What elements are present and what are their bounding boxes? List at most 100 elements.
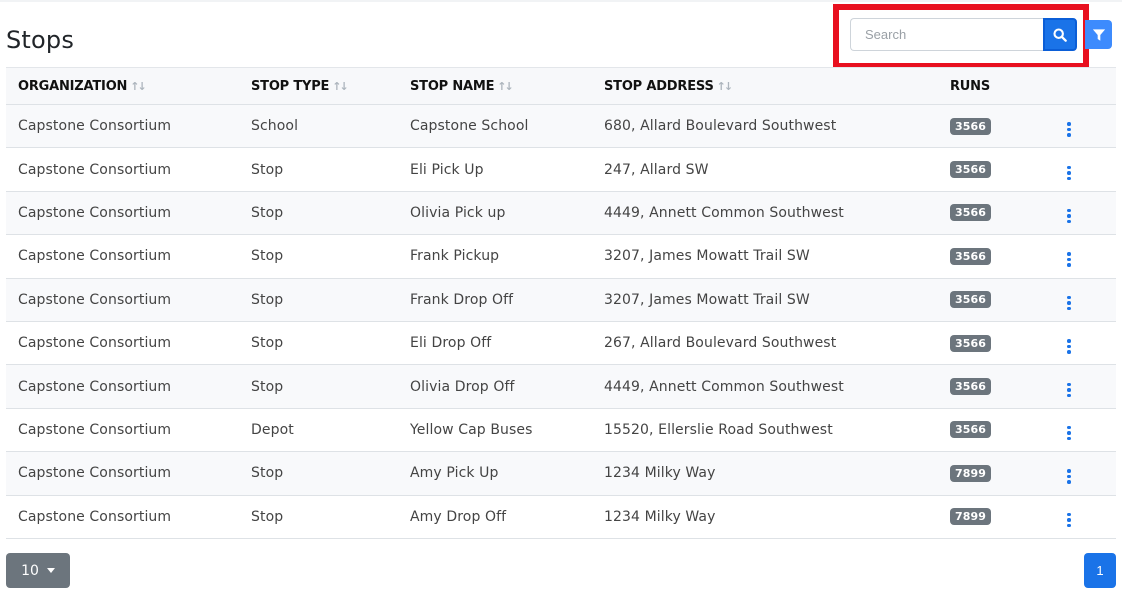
cell-actions — [1051, 365, 1116, 408]
cell-stop-type: Stop — [251, 248, 284, 265]
cell-organization: Capstone Consortium — [18, 161, 172, 178]
cell-stop-name: Olivia Drop Off — [410, 378, 515, 395]
cell-actions — [1051, 148, 1116, 191]
runs-badge: 7899 — [950, 508, 992, 526]
cell-stop-name: Capstone School — [410, 118, 529, 135]
page-size-value: 10 — [21, 562, 39, 579]
cell-stop-name: Olivia Pick up — [410, 204, 506, 221]
kebab-menu-icon[interactable] — [1063, 250, 1075, 269]
kebab-menu-icon[interactable] — [1063, 467, 1075, 486]
cell-stop-address: 3207, James Mowatt Trail SW — [604, 248, 810, 265]
sort-icon: ↑↓ — [130, 79, 147, 93]
cell-stop-address: 4449, Annett Common Southwest — [604, 378, 844, 395]
search-icon — [1053, 27, 1067, 42]
cell-runs: 7899 — [938, 452, 1051, 495]
cell-stop-name: Eli Pick Up — [410, 161, 484, 178]
cell-stop-type: Stop — [251, 291, 284, 308]
cell-actions — [1051, 408, 1116, 451]
cell-stop-name: Frank Drop Off — [410, 291, 514, 308]
top-divider — [0, 0, 1122, 2]
cell-stop-address: 247, Allard SW — [604, 161, 709, 178]
filter-icon — [1092, 28, 1105, 41]
runs-badge: 3566 — [950, 247, 992, 265]
runs-badge: 3566 — [950, 334, 992, 352]
cell-stop-type: Stop — [251, 335, 284, 352]
header-actions — [1051, 68, 1116, 105]
runs-badge: 3566 — [950, 117, 992, 135]
stops-table: ORGANIZATION ↑↓ STOP TYPE ↑↓ STOP NAME ↑↓ S… — [6, 67, 1116, 539]
cell-stop-type: Depot — [251, 421, 294, 438]
cell-organization: Capstone Consortium — [18, 248, 172, 265]
header-stop-type[interactable]: STOP TYPE ↑↓ — [239, 68, 398, 105]
kebab-menu-icon[interactable] — [1063, 164, 1075, 183]
kebab-menu-icon[interactable] — [1063, 337, 1075, 356]
header-stop-name[interactable]: STOP NAME ↑↓ — [398, 68, 592, 105]
cell-stop-name: Frank Pickup — [410, 248, 500, 265]
cell-runs: 3566 — [938, 105, 1051, 148]
cell-stop-address: 3207, James Mowatt Trail SW — [604, 291, 810, 308]
cell-stop-type: Stop — [251, 508, 284, 525]
cell-organization: Capstone Consortium — [18, 465, 172, 482]
table-row: Capstone Consortium Stop Amy Drop Off 12… — [6, 495, 1116, 539]
page-button-current[interactable]: 1 — [1084, 553, 1116, 588]
table-row: Capstone Consortium Stop Frank Pickup 32… — [6, 235, 1116, 279]
sort-icon: ↑↓ — [716, 79, 734, 93]
cell-actions — [1051, 105, 1116, 148]
cell-stop-name: Amy Drop Off — [410, 508, 507, 525]
cell-organization: Capstone Consortium — [18, 508, 172, 525]
table-row: Capstone Consortium Depot Yellow Cap Bus… — [6, 408, 1116, 452]
header-runs: RUNS — [938, 68, 1051, 105]
kebab-menu-icon[interactable] — [1063, 511, 1075, 530]
cell-organization: Capstone Consortium — [18, 291, 172, 308]
cell-organization: Capstone Consortium — [18, 204, 172, 221]
table-row: Capstone Consortium Stop Eli Drop Off 26… — [6, 321, 1116, 365]
cell-organization: Capstone Consortium — [18, 118, 172, 135]
caret-down-icon — [46, 568, 55, 573]
cell-stop-address: 15520, Ellerslie Road Southwest — [604, 421, 833, 438]
cell-stop-address: 1234 Milky Way — [604, 508, 716, 525]
kebab-menu-icon[interactable] — [1063, 424, 1075, 443]
table-row: Capstone Consortium Stop Olivia Pick up … — [6, 191, 1116, 235]
cell-stop-name: Eli Drop Off — [410, 335, 492, 352]
cell-stop-type: Stop — [251, 465, 284, 482]
cell-actions — [1051, 452, 1116, 495]
cell-runs: 3566 — [938, 191, 1051, 234]
cell-organization: Capstone Consortium — [18, 335, 172, 352]
cell-runs: 3566 — [938, 235, 1051, 278]
cell-stop-type: Stop — [251, 204, 284, 221]
cell-stop-address: 267, Allard Boulevard Southwest — [604, 335, 837, 352]
cell-stop-name: Yellow Cap Buses — [410, 421, 533, 438]
table-row: Capstone Consortium Stop Olivia Drop Off… — [6, 364, 1116, 409]
cell-organization: Capstone Consortium — [18, 378, 172, 395]
cell-stop-address: 680, Allard Boulevard Southwest — [604, 118, 837, 135]
header-stop-address[interactable]: STOP ADDRESS ↑↓ — [592, 68, 938, 105]
cell-actions — [1051, 191, 1116, 234]
filter-button[interactable] — [1085, 20, 1112, 49]
table-header-row: ORGANIZATION ↑↓ STOP TYPE ↑↓ STOP NAME ↑↓ S… — [6, 67, 1116, 105]
cell-runs: 3566 — [938, 408, 1051, 451]
sort-icon: ↑↓ — [497, 79, 514, 93]
page-title: Stops — [6, 26, 75, 54]
header-runs-label: RUNS — [950, 78, 991, 94]
kebab-menu-icon[interactable] — [1063, 294, 1075, 313]
page-number: 1 — [1096, 563, 1104, 578]
page-size-dropdown[interactable]: 10 — [6, 553, 70, 588]
search-input[interactable] — [850, 18, 1043, 51]
sort-icon: ↑↓ — [332, 79, 349, 93]
cell-actions — [1051, 278, 1116, 321]
kebab-menu-icon[interactable] — [1063, 381, 1075, 400]
cell-actions — [1051, 321, 1116, 364]
header-organization[interactable]: ORGANIZATION ↑↓ — [6, 68, 239, 105]
cell-runs: 3566 — [938, 148, 1051, 191]
search-group — [850, 18, 1077, 51]
cell-runs: 3566 — [938, 321, 1051, 364]
cell-stop-type: School — [251, 118, 299, 135]
table-row: Capstone Consortium Stop Eli Pick Up 247… — [6, 148, 1116, 192]
kebab-menu-icon[interactable] — [1063, 120, 1075, 139]
table-row: Capstone Consortium Stop Amy Pick Up 123… — [6, 451, 1116, 496]
runs-badge: 3566 — [950, 291, 992, 309]
table-row: Capstone Consortium Stop Frank Drop Off … — [6, 278, 1116, 322]
cell-stop-type: Stop — [251, 378, 284, 395]
kebab-menu-icon[interactable] — [1063, 207, 1075, 226]
search-button[interactable] — [1043, 18, 1077, 51]
